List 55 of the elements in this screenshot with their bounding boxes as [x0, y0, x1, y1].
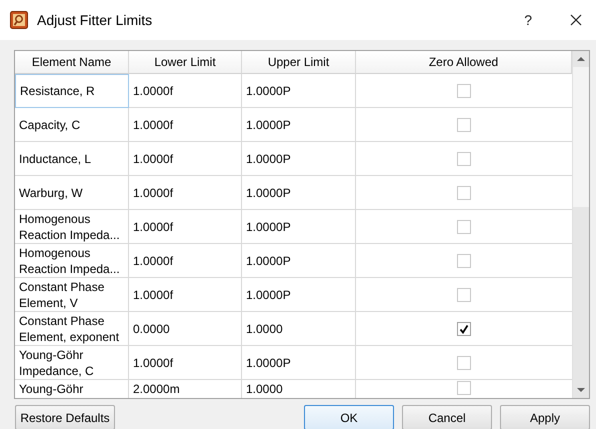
checkbox[interactable] — [457, 186, 471, 200]
table-cell[interactable]: 1.0000f — [129, 142, 242, 176]
magnifier-icon — [10, 11, 28, 29]
dialog-button[interactable]: Cancel — [402, 405, 492, 429]
checkbox[interactable] — [457, 322, 471, 336]
table-cell[interactable]: Inductance, L — [15, 142, 129, 176]
table-cell[interactable]: 1.0000P — [242, 346, 356, 380]
table-cell[interactable]: 1.0000P — [242, 210, 356, 244]
dialog-button[interactable]: Apply — [500, 405, 590, 429]
table-cell[interactable]: 1.0000f — [129, 346, 242, 380]
table-cell[interactable]: 1.0000P — [242, 244, 356, 278]
checkbox[interactable] — [457, 84, 471, 98]
table-cell[interactable]: 1.0000f — [129, 74, 242, 108]
table-cell[interactable]: 1.0000P — [242, 278, 356, 312]
table-cell[interactable]: 1.0000P — [242, 142, 356, 176]
table-cell[interactable]: 1.0000P — [242, 176, 356, 210]
table-cell[interactable]: Young-Göhr — [15, 380, 129, 398]
table-cell[interactable]: 1.0000f — [129, 176, 242, 210]
table-cell[interactable]: 1.0000f — [129, 210, 242, 244]
dialog-button[interactable]: OK — [304, 405, 394, 429]
close-icon[interactable] — [570, 14, 582, 26]
checkbox[interactable] — [457, 381, 471, 395]
table-cell[interactable]: Homogenous Reaction Impeda... — [15, 210, 129, 244]
table-cell[interactable]: 1.0000 — [242, 380, 356, 398]
column-header[interactable]: Lower Limit — [129, 51, 242, 74]
table-cell[interactable]: 1.0000P — [242, 108, 356, 142]
help-button[interactable]: ? — [520, 12, 536, 28]
table-cell[interactable]: Capacity, C — [15, 108, 129, 142]
checkbox[interactable] — [457, 118, 471, 132]
table-cell[interactable]: Constant Phase Element, V — [15, 278, 129, 312]
table-cell[interactable]: 1.0000 — [242, 312, 356, 346]
checkbox[interactable] — [457, 356, 471, 370]
scrollbar[interactable] — [572, 51, 589, 398]
table-cell[interactable]: Young-Göhr Impedance, C — [15, 346, 129, 380]
table-cell[interactable]: 1.0000f — [129, 108, 242, 142]
table-cell[interactable]: 2.0000m — [129, 380, 242, 398]
column-header[interactable]: Upper Limit — [242, 51, 356, 74]
checkbox[interactable] — [457, 288, 471, 302]
table-cell[interactable]: Resistance, R — [15, 74, 129, 108]
column-header[interactable]: Zero Allowed — [356, 51, 572, 74]
window-title: Adjust Fitter Limits — [37, 12, 152, 28]
scroll-thumb[interactable] — [573, 67, 589, 207]
dialog-button[interactable]: Restore Defaults — [15, 405, 115, 429]
table-cell[interactable]: 1.0000f — [129, 278, 242, 312]
scroll-down-icon[interactable] — [577, 388, 585, 392]
table-cell[interactable]: Homogenous Reaction Impeda... — [15, 244, 129, 278]
table-cell[interactable]: 1.0000P — [242, 74, 356, 108]
table-cell[interactable]: 0.0000 — [129, 312, 242, 346]
checkbox[interactable] — [457, 152, 471, 166]
checkbox[interactable] — [457, 220, 471, 234]
scroll-up-icon[interactable] — [577, 57, 585, 61]
table-cell[interactable]: Warburg, W — [15, 176, 129, 210]
checkbox[interactable] — [457, 254, 471, 268]
table-cell[interactable]: Constant Phase Element, exponent — [15, 312, 129, 346]
table-cell[interactable]: 1.0000f — [129, 244, 242, 278]
